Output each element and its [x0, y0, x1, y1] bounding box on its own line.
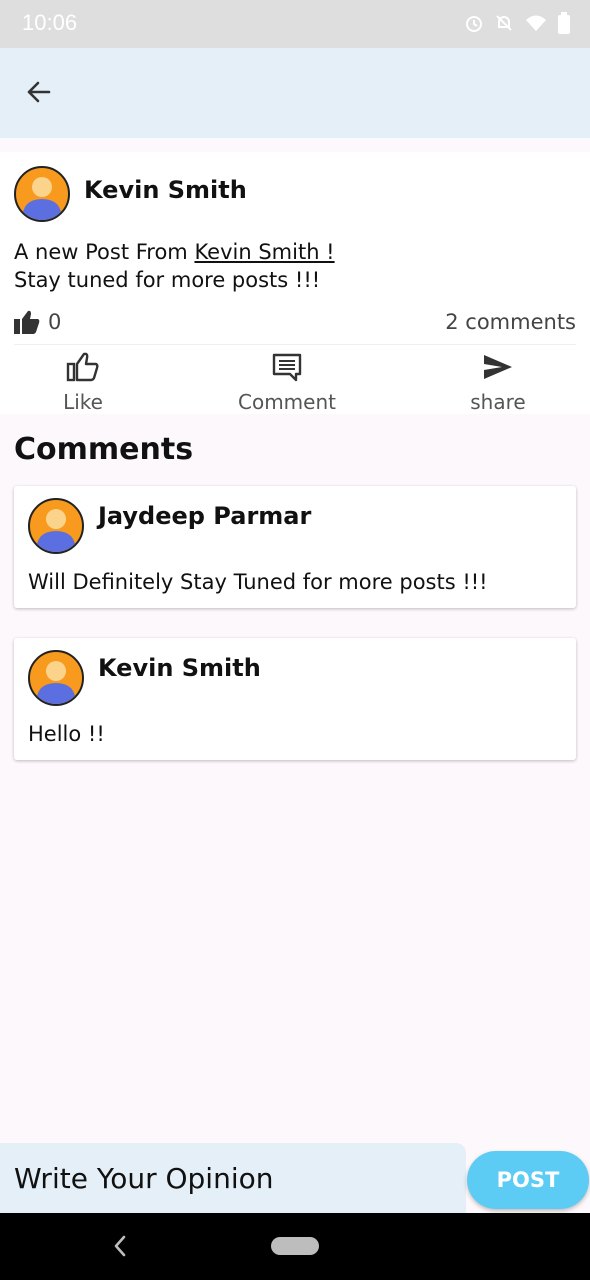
post-card: Kevin Smith A new Post From Kevin Smith … [0, 152, 590, 414]
comment-icon [271, 352, 303, 386]
comment-composer: POST [0, 1143, 590, 1213]
notifications-off-icon [494, 13, 514, 33]
comments-title: Comments [14, 432, 194, 467]
post-author-mention[interactable]: Kevin Smith ! [194, 240, 334, 264]
post-body-line2: Stay tuned for more posts !!! [14, 268, 321, 292]
share-button[interactable]: share [423, 352, 573, 414]
comment-card: Jaydeep Parmar Will Definitely Stay Tune… [14, 486, 576, 608]
wifi-icon [524, 13, 548, 33]
avatar[interactable] [28, 650, 84, 706]
post-action-bar: Like Comment share [0, 352, 590, 414]
post-body-prefix: A new Post From [14, 240, 195, 264]
thumbs-up-filled-icon [14, 310, 40, 338]
post-header: Kevin Smith [14, 166, 247, 222]
system-nav-bar [0, 1213, 590, 1280]
post-divider [14, 344, 576, 345]
like-count: 0 [48, 310, 62, 334]
comment-text: Will Definitely Stay Tuned for more post… [28, 570, 488, 594]
status-icons [464, 12, 570, 34]
share-label: share [470, 390, 526, 414]
battery-icon [558, 12, 570, 34]
comment-card: Kevin Smith Hello !! [14, 638, 576, 760]
send-icon [482, 352, 514, 386]
comment-label: Comment [238, 390, 336, 414]
avatar[interactable] [28, 498, 84, 554]
like-button[interactable]: Like [8, 352, 158, 414]
nav-home-pill[interactable] [271, 1237, 319, 1255]
post-stats: 0 2 comments [14, 308, 576, 338]
arrow-left-icon [25, 78, 53, 110]
post-button[interactable]: POST [467, 1151, 589, 1209]
post-author-name[interactable]: Kevin Smith [84, 176, 247, 204]
comment-author-name[interactable]: Jaydeep Parmar [98, 502, 311, 530]
nav-back-icon[interactable] [108, 1233, 132, 1263]
post-body: A new Post From Kevin Smith ! Stay tuned… [14, 238, 335, 294]
comment-text: Hello !! [28, 722, 105, 746]
thumbs-up-outline-icon [66, 352, 100, 386]
avatar[interactable] [14, 166, 70, 222]
alarm-icon [464, 13, 484, 33]
opinion-input[interactable] [0, 1143, 466, 1213]
app-bar [0, 48, 590, 138]
status-time: 10:06 [22, 10, 78, 35]
like-label: Like [63, 390, 103, 414]
comment-button[interactable]: Comment [212, 352, 362, 414]
back-button[interactable] [18, 73, 60, 115]
status-bar: 10:06 [0, 0, 590, 48]
comment-author-name[interactable]: Kevin Smith [98, 654, 261, 682]
comment-count[interactable]: 2 comments [445, 310, 576, 334]
